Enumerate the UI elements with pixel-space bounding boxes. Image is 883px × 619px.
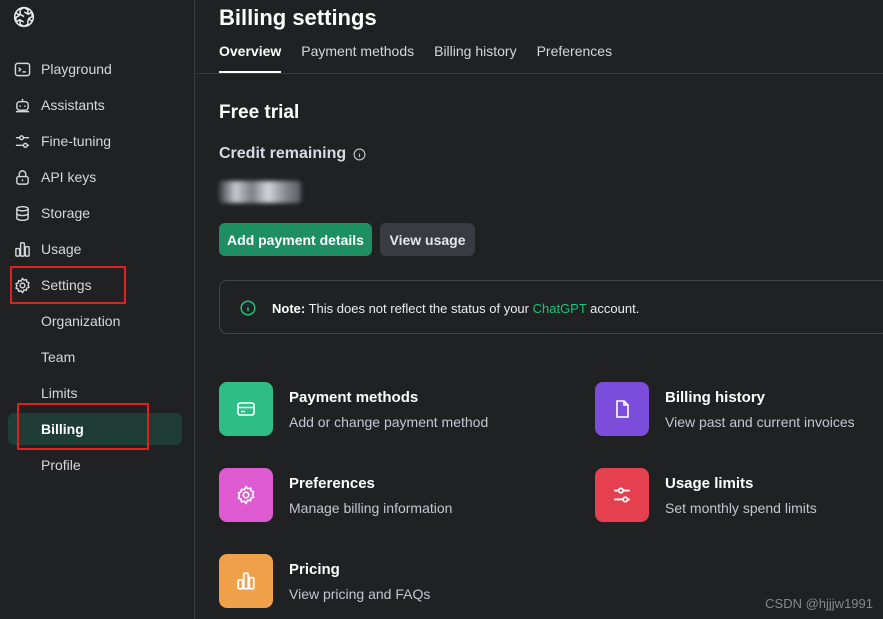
sliders-icon — [15, 135, 30, 148]
terminal-icon — [14, 62, 31, 77]
sidebar-item-usage[interactable]: Usage — [8, 233, 182, 265]
sidebar-item-playground[interactable]: Playground — [8, 53, 182, 85]
card-billing-history[interactable]: Billing history View past and current in… — [595, 382, 883, 442]
sidebar-item-fine-tuning[interactable]: Fine-tuning — [8, 125, 182, 157]
sidebar-item-label: Organization — [41, 313, 121, 329]
card-title: Pricing — [289, 561, 340, 578]
tab-divider — [196, 73, 883, 74]
openai-logo-icon[interactable] — [11, 4, 37, 30]
credit-remaining-text: Credit remaining — [219, 145, 347, 162]
sidebar-item-label: Limits — [41, 385, 78, 401]
bar-chart-icon — [237, 572, 255, 590]
gear-icon — [237, 485, 255, 505]
note-banner: Note: This does not reflect the status o… — [219, 280, 883, 334]
sidebar-item-label: Fine-tuning — [41, 133, 112, 149]
sliders-icon — [614, 487, 630, 503]
card-payment-methods[interactable]: Payment methods Add or change payment me… — [219, 382, 549, 442]
document-icon — [616, 400, 629, 418]
info-circle-icon — [240, 300, 256, 316]
card-tile — [219, 554, 273, 608]
sidebar-item-label: Storage — [41, 205, 91, 221]
card-description: Manage billing information — [289, 500, 453, 516]
card-description: View pricing and FAQs — [289, 586, 431, 602]
view-usage-button[interactable]: View usage — [380, 223, 475, 256]
chatgpt-link[interactable]: ChatGPT — [533, 301, 587, 316]
sidebar-item-assistants[interactable]: Assistants — [8, 89, 182, 121]
card-description: View past and current invoices — [665, 414, 855, 430]
lock-icon — [16, 170, 29, 185]
sidebar-item-label: API keys — [41, 169, 97, 185]
tab-payment-methods[interactable]: Payment methods — [301, 43, 414, 73]
credit-amount-redacted — [219, 181, 301, 203]
info-icon[interactable] — [353, 148, 366, 161]
note-text-before: This does not reflect the status of your — [305, 301, 533, 316]
sidebar-item-label: Assistants — [41, 97, 105, 113]
sidebar-item-profile[interactable]: Profile — [8, 449, 182, 481]
card-title: Payment methods — [289, 389, 419, 406]
card-tile — [219, 468, 273, 522]
note-text-after: account. — [586, 301, 640, 316]
card-title: Billing history — [665, 389, 766, 406]
card-tile — [219, 382, 273, 436]
credit-remaining-label: Credit remaining — [219, 145, 366, 163]
plan-title: Free trial — [219, 102, 300, 123]
tab-bar: Overview Payment methods Billing history… — [219, 43, 632, 73]
sidebar-item-storage[interactable]: Storage — [8, 197, 182, 229]
tab-overview[interactable]: Overview — [219, 43, 282, 73]
sidebar-item-label: Playground — [41, 61, 112, 77]
page-title: Billing settings — [219, 5, 377, 30]
card-preferences[interactable]: Preferences Manage billing information — [219, 468, 549, 528]
card-usage-limits[interactable]: Usage limits Set monthly spend limits — [595, 468, 883, 528]
card-pricing[interactable]: Pricing View pricing and FAQs — [219, 554, 549, 614]
sidebar-item-label: Team — [41, 349, 76, 365]
add-payment-details-button[interactable]: Add payment details — [219, 223, 372, 256]
note-text: Note: This does not reflect the status o… — [272, 301, 639, 316]
robot-icon — [15, 98, 30, 113]
annotation-box-settings — [10, 266, 126, 304]
card-tile — [595, 468, 649, 522]
annotation-box-billing — [17, 403, 149, 450]
sidebar-item-label: Profile — [41, 457, 81, 473]
watermark: CSDN @hjjjw1991 — [765, 596, 873, 611]
sidebar-item-organization[interactable]: Organization — [8, 305, 182, 337]
card-title: Preferences — [289, 475, 375, 492]
card-title: Usage limits — [665, 475, 754, 492]
database-icon — [16, 205, 29, 222]
tab-preferences[interactable]: Preferences — [537, 43, 612, 73]
sidebar-item-team[interactable]: Team — [8, 341, 182, 373]
sidebar: Playground Assistants Fine-tuning API ke… — [0, 0, 195, 619]
tab-billing-history[interactable]: Billing history — [434, 43, 516, 73]
card-description: Add or change payment method — [289, 414, 489, 430]
card-description: Set monthly spend limits — [665, 500, 817, 516]
sidebar-item-label: Usage — [41, 241, 82, 257]
note-bold: Note: — [272, 301, 306, 316]
sidebar-item-api-keys[interactable]: API keys — [8, 161, 182, 193]
main-content: Billing settings Overview Payment method… — [196, 0, 883, 619]
credit-card-icon — [237, 402, 255, 416]
bar-chart-icon — [15, 242, 30, 257]
card-tile — [595, 382, 649, 436]
